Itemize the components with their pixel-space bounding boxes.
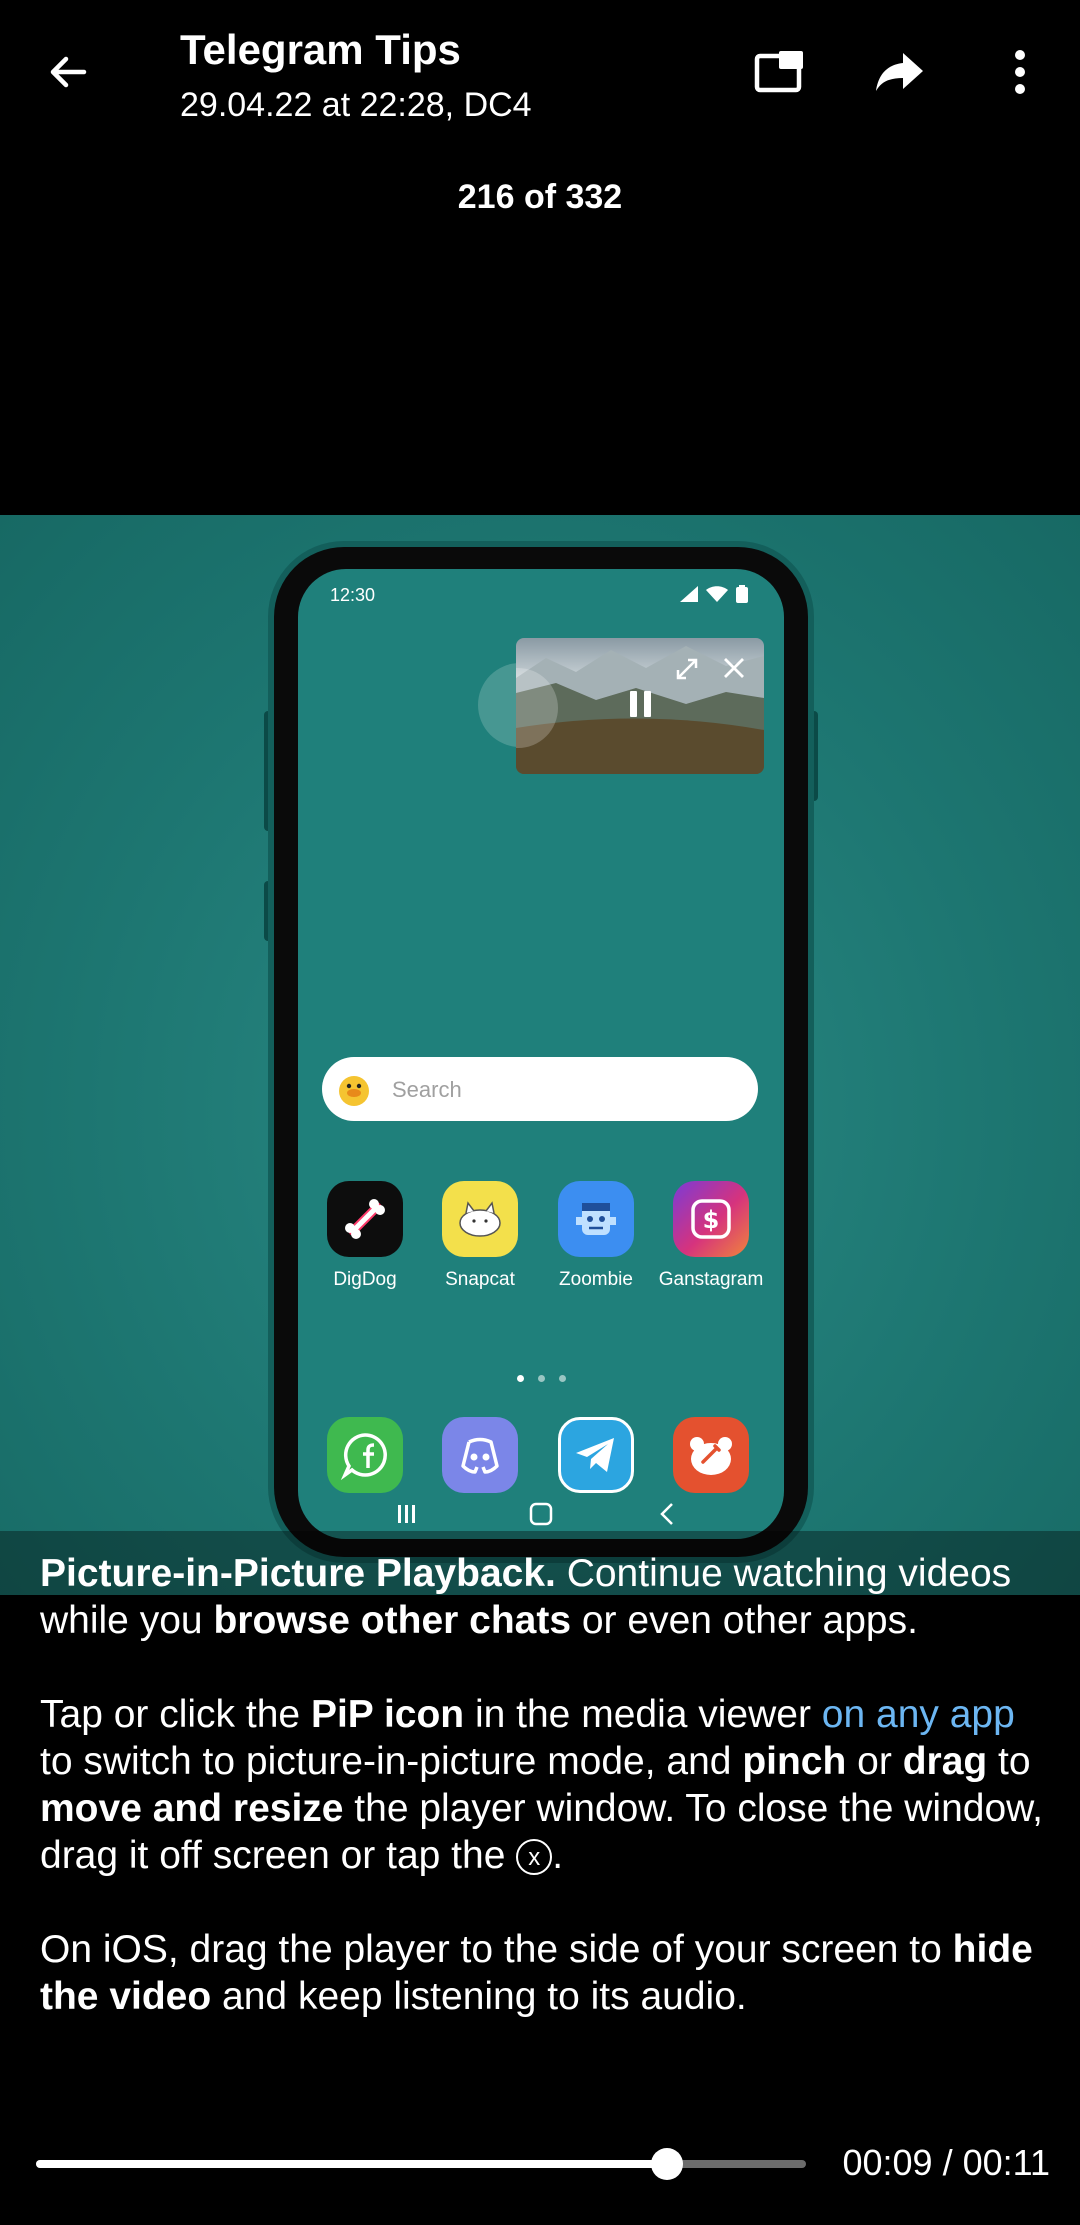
caption-paragraph-3: On iOS, drag the player to the side of y… — [40, 1926, 1050, 2020]
facebook-chat-icon — [327, 1417, 403, 1493]
dollar-icon: $ — [673, 1181, 749, 1257]
battery-icon — [736, 585, 748, 603]
pip-window[interactable] — [516, 638, 764, 774]
phone-side-button — [264, 881, 274, 941]
playback-time: 00:09 / 00:11 — [842, 2142, 1050, 2183]
caption-text: Tap or click the — [40, 1693, 311, 1736]
zombie-icon — [558, 1181, 634, 1257]
search-bar[interactable]: Search — [322, 1057, 758, 1121]
pip-icon[interactable] — [748, 40, 812, 104]
caption-bold: pinch — [742, 1740, 847, 1783]
telegram-icon — [558, 1417, 634, 1493]
svg-text:$: $ — [703, 1206, 720, 1234]
caption-bold: PiP icon — [310, 1693, 465, 1736]
status-icons — [680, 585, 748, 603]
app-zoombie[interactable]: Zoombie — [541, 1181, 651, 1291]
dock-app-chat[interactable] — [310, 1417, 420, 1493]
dock-app-discord[interactable] — [425, 1417, 535, 1493]
page-indicator — [298, 1375, 784, 1382]
caption-text: to switch to picture-in-picture mode, an… — [40, 1740, 743, 1783]
caption-text: in the media viewer — [464, 1693, 822, 1736]
app-ganstagram[interactable]: $ Ganstagram — [656, 1181, 766, 1291]
caption-bold: drag — [902, 1740, 988, 1783]
caption-text: On iOS, drag the player to the side of y… — [40, 1928, 953, 1971]
close-circle-icon: x — [516, 1839, 553, 1875]
search-placeholder: Search — [392, 1077, 462, 1102]
caption-text: and keep listening to its audio. — [211, 1975, 747, 2018]
app-label: Snapcat — [445, 1269, 515, 1290]
caption-bold: move and resize — [40, 1787, 344, 1830]
bear-icon — [673, 1417, 749, 1493]
media-counter: 216 of 332 — [457, 178, 623, 216]
page-dot — [558, 1375, 566, 1382]
cat-icon — [442, 1181, 518, 1257]
dock-app-telegram[interactable] — [541, 1417, 651, 1493]
bone-icon — [327, 1181, 403, 1257]
wifi-icon — [706, 586, 728, 602]
close-icon[interactable] — [722, 656, 746, 685]
expand-icon[interactable] — [674, 656, 700, 687]
app-snapcat[interactable]: Snapcat — [425, 1181, 535, 1291]
media-caption: Picture-in-Picture Playback. Continue wa… — [40, 1550, 1050, 2067]
dock-app-bear[interactable] — [656, 1417, 766, 1493]
app-label: Ganstagram — [658, 1269, 764, 1290]
chat-title: Telegram Tips — [180, 26, 461, 73]
app-label: DigDog — [333, 1269, 397, 1290]
status-time: 12:30 — [330, 585, 376, 605]
phone-side-button — [264, 711, 274, 831]
forward-icon[interactable] — [868, 40, 932, 104]
phone-nav-bar — [298, 1499, 784, 1529]
page-dot — [537, 1375, 545, 1382]
caption-paragraph-2: Tap or click the PiP icon in the media v… — [40, 1691, 1050, 1879]
caption-text: . — [552, 1834, 564, 1877]
app-label: Zoombie — [559, 1269, 633, 1290]
back-arrow-icon[interactable] — [36, 40, 100, 104]
seek-bar-progress — [36, 2160, 668, 2168]
message-date: 29.04.22 at 22:28, DC4 — [180, 86, 532, 124]
caption-text: to — [987, 1740, 1031, 1783]
caption-heading: Picture-in-Picture Playback. — [40, 1552, 556, 1595]
seek-bar-handle[interactable] — [651, 2148, 684, 2180]
recents-icon — [398, 1505, 415, 1523]
caption-text: or even other apps. — [571, 1599, 918, 1642]
phone-side-button — [808, 711, 818, 801]
top-bar: Telegram Tips 29.04.22 at 22:28, DC4 — [0, 0, 1080, 150]
duck-icon — [336, 1071, 372, 1107]
caption-link[interactable]: on any app — [822, 1693, 1015, 1736]
caption-paragraph-1: Picture-in-Picture Playback. Continue wa… — [40, 1550, 1050, 1644]
discord-icon — [442, 1417, 518, 1493]
back-icon — [660, 1503, 673, 1525]
caption-text: or — [846, 1740, 903, 1783]
app-digdog[interactable]: DigDog — [310, 1181, 420, 1291]
signal-icon — [680, 586, 698, 602]
caption-bold: browse other chats — [213, 1599, 572, 1642]
home-icon — [529, 1502, 553, 1526]
pause-icon[interactable] — [628, 690, 654, 723]
phone-screen: 12:30 Search DigDog Snapcat Zoombie $ Ga… — [298, 569, 784, 1539]
seek-bar[interactable] — [36, 2148, 806, 2180]
more-vertical-icon[interactable] — [988, 40, 1052, 104]
phone-mockup: 12:30 Search DigDog Snapcat Zoombie $ Ga… — [274, 547, 808, 1557]
page-dot — [516, 1375, 524, 1382]
video-player[interactable]: 12:30 Search DigDog Snapcat Zoombie $ Ga… — [0, 515, 1080, 1595]
